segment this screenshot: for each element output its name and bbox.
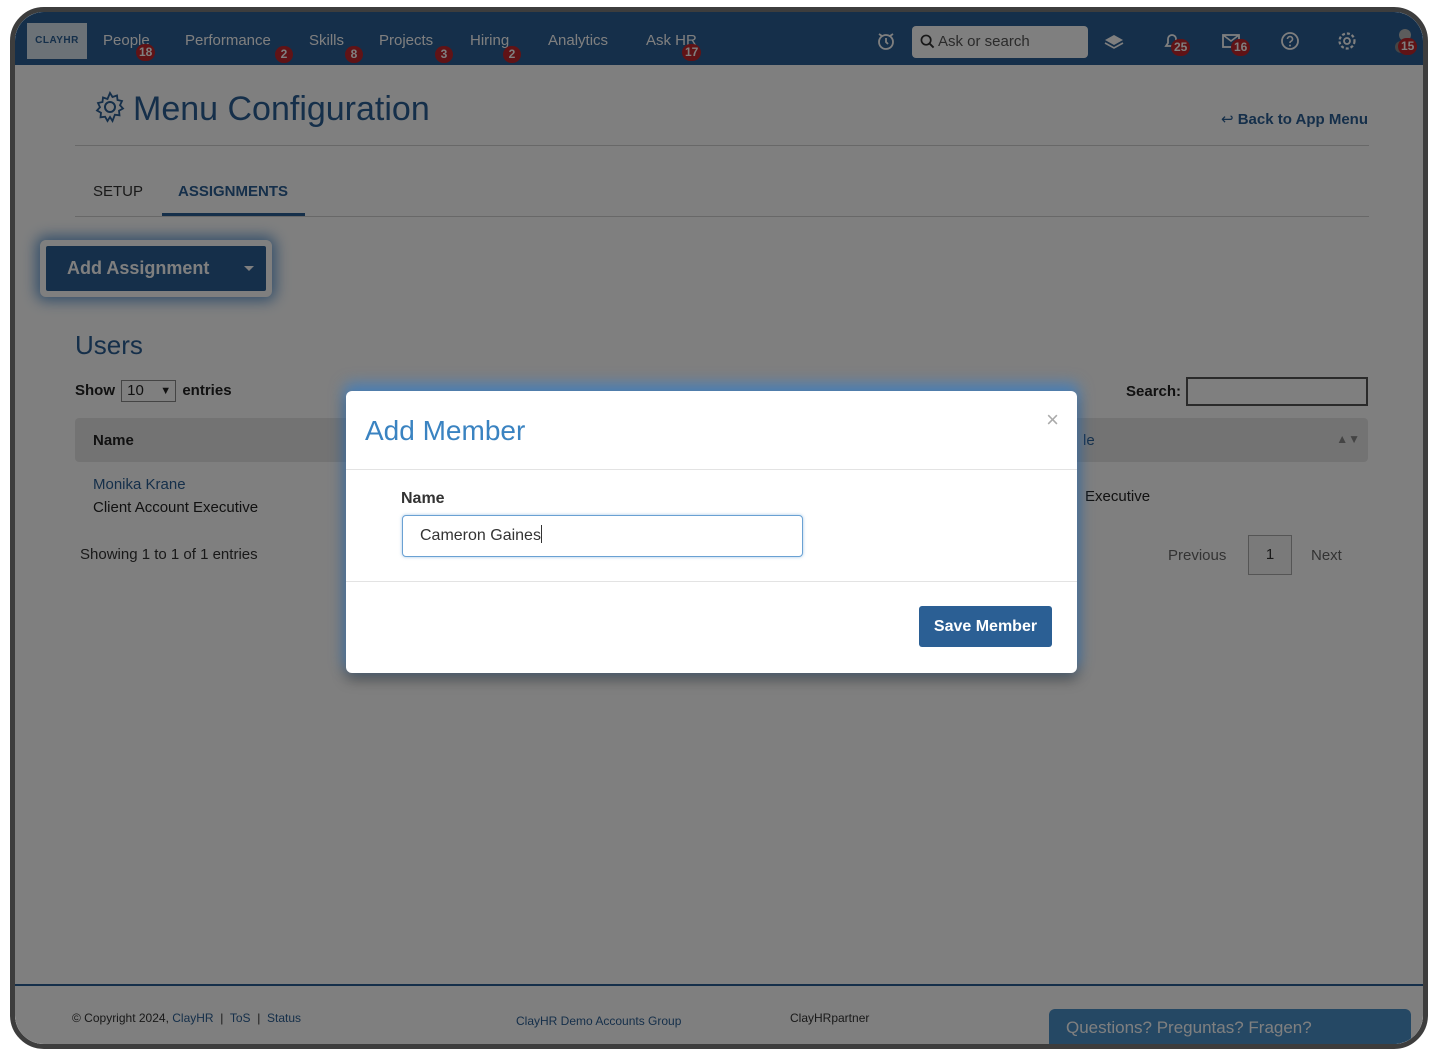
modal-divider [346,581,1077,582]
close-icon[interactable]: × [1046,407,1059,433]
app-window: CLAYHR People 18 Performance 2 Skills 8 … [15,12,1423,1044]
name-field-value: Cameron Gaines [420,527,541,544]
save-member-button[interactable]: Save Member [919,606,1052,647]
text-cursor [540,525,542,543]
device-frame: CLAYHR People 18 Performance 2 Skills 8 … [10,7,1428,1049]
name-field[interactable]: Cameron Gaines [402,515,803,557]
modal-divider [346,469,1077,470]
modal-title: Add Member [365,415,526,446]
name-field-label: Name [401,490,445,507]
add-member-modal: Add Member × Name Cameron Gaines Save Me… [346,391,1077,673]
